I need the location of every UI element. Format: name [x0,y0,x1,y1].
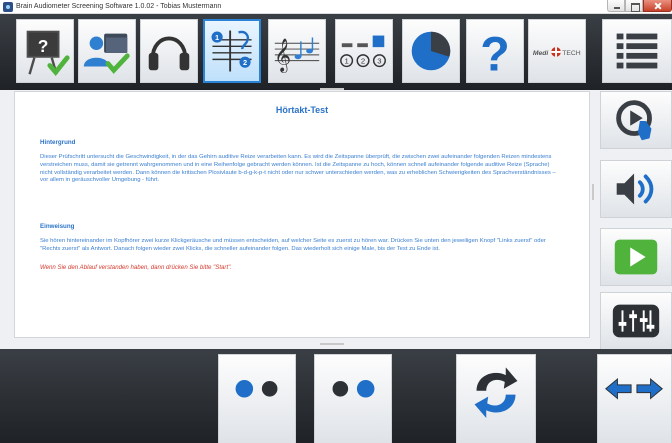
play-hand-touch-icon [616,100,652,141]
pie-chart-icon [411,31,451,71]
start-instruction-note: Wenn Sie den Ablauf verstanden haben, da… [40,264,233,271]
refresh-arrows-icon [474,367,518,419]
svg-text:?: ? [480,27,509,81]
svg-text:?: ? [38,36,49,56]
top-resize-grip[interactable] [320,88,344,90]
toolbar-headphones-button[interactable] [140,19,198,83]
svg-text:1: 1 [215,33,219,42]
main-toolbar: ? 1 2 𝄞 1 2 3 ? Medi TECH [0,14,672,90]
user-folder-check-icon [83,33,130,74]
toolbar-music-button[interactable]: 𝄞 [268,19,326,83]
side-resize-grip[interactable] [592,184,594,200]
question-mark-icon: ? [480,27,509,81]
main-menu-button[interactable] [602,19,672,83]
section-heading-background: Hintergrund [40,139,76,146]
presentation-board-check-icon: ? [26,30,70,77]
toolbar-hearing-test-button[interactable]: 1 2 [203,19,261,83]
repeat-button[interactable] [456,354,536,443]
svg-text:2: 2 [361,57,365,66]
svg-text:1: 1 [344,57,348,66]
svg-text:2: 2 [243,58,247,67]
svg-text:Medi: Medi [533,50,549,57]
headphones-icon [148,36,190,71]
window-title: Brain Audiometer Screening Software 1.0.… [16,3,222,10]
mixer-button[interactable] [600,292,672,350]
meditech-logo: Medi TECH [533,47,581,57]
treble-clef-notes-icon: 𝄞 [274,37,320,73]
close-button[interactable] [643,0,672,12]
app-icon [3,2,13,12]
title-bar: Brain Audiometer Screening Software 1.0.… [0,0,672,14]
speaker-volume-icon [616,173,654,205]
numbered-sequence-icon: 1 2 3 [340,35,386,68]
toolbar-presentation-button[interactable]: ? [16,19,74,83]
left-first-button[interactable] [218,354,296,443]
two-dots-right-icon [332,380,375,398]
maximize-button[interactable] [625,0,643,12]
page-title: Hörtakt-Test [275,105,329,115]
toolbar-patients-button[interactable] [78,19,136,83]
start-button[interactable] [600,228,672,286]
section-text-background: Dieser Prüfschritt untersucht die Geschw… [40,154,556,184]
toolbar-sequence-button[interactable]: 1 2 3 [335,19,393,83]
svg-text:3: 3 [377,57,381,66]
section-text-instructions: Sie hören hintereinander im Kopfhörer zw… [40,238,546,252]
toolbar-results-button[interactable] [402,19,460,83]
list-menu-icon [616,33,658,69]
navigate-button[interactable] [597,354,672,443]
back-forward-arrows-icon [605,378,664,400]
minimize-button[interactable] [607,0,625,12]
play-demo-button[interactable] [600,91,672,149]
bottom-resize-grip[interactable] [320,343,344,345]
right-first-button[interactable] [314,354,392,443]
section-heading-instructions: Einweisung [40,223,75,230]
two-dots-left-icon [235,380,278,398]
green-play-icon [614,239,658,275]
volume-button[interactable] [600,160,672,218]
toolbar-help-button[interactable]: ? [466,19,524,83]
svg-text:𝄞: 𝄞 [274,38,291,73]
content-panel: Hörtakt-Test Hintergrund Dieser Prüfschr… [14,91,590,338]
equalizer-sliders-icon [612,304,660,338]
ear-staff-numbered-icon: 1 2 [211,30,252,72]
toolbar-meditech-logo: Medi TECH [528,19,586,83]
svg-text:TECH: TECH [562,50,581,57]
